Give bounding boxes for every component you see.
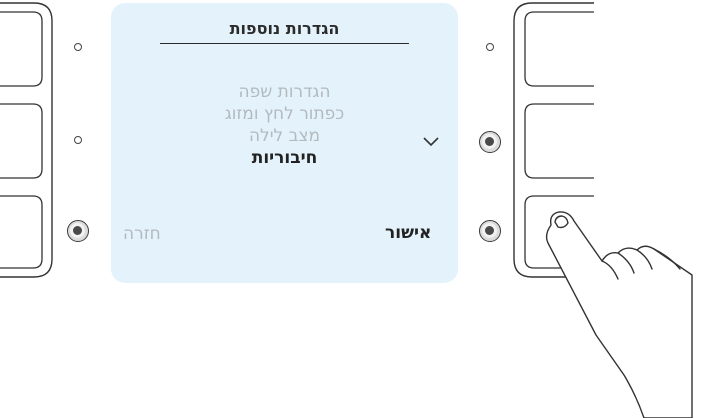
left-softkeys [0,11,43,269]
menu-item-language[interactable]: הגדרות שפה [151,81,418,103]
right-key-1[interactable] [524,11,594,87]
chevron-down-icon[interactable] [422,136,440,148]
back-label: חזרה [123,224,161,244]
left-key-2[interactable] [0,103,43,179]
screen-title: הגדרות נוספות [229,19,340,38]
right-key-1-indicator [486,43,494,51]
left-key-1-indicator [74,43,82,51]
menu-list: הגדרות שפה כפתור לחץ ומזוג מצב לילה חיבו… [151,81,418,169]
left-key-1[interactable] [0,11,43,87]
display-screen: הגדרות נוספות הגדרות שפה כפתור לחץ ומזוג… [111,3,458,283]
title-underline [160,43,409,44]
right-key-2-indicator [479,131,501,153]
menu-item-connectivity[interactable]: חיבוריות [151,147,418,169]
left-key-3[interactable] [0,195,43,269]
left-key-2-indicator [74,136,82,144]
menu-item-pour-button[interactable]: כפתור לחץ ומזוג [151,103,418,125]
right-key-3-indicator [479,220,501,242]
hand-pointer-icon [545,211,693,418]
right-key-2[interactable] [524,103,594,179]
confirm-label: אישור [385,223,432,243]
menu-item-night-mode[interactable]: מצב לילה [151,125,418,147]
left-key-3-indicator [67,220,89,242]
